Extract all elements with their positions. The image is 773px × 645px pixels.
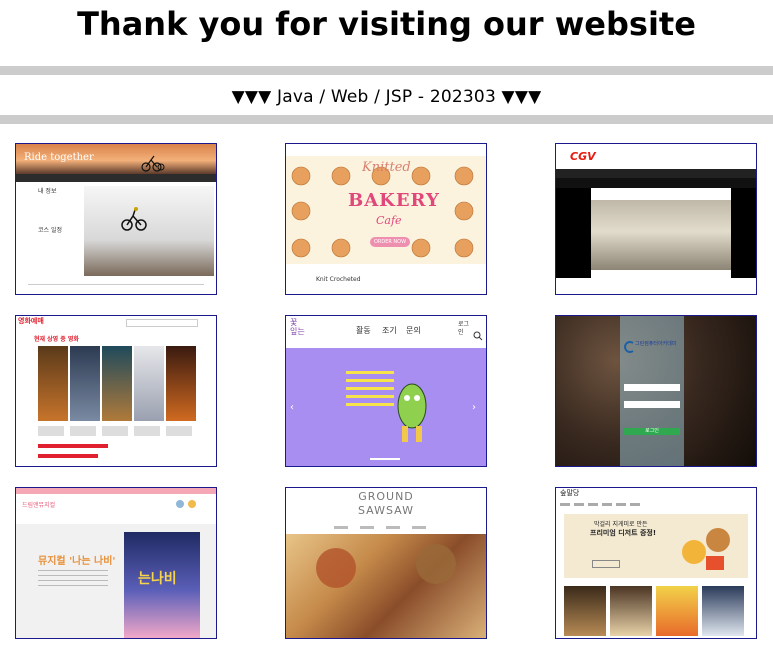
product-photo[interactable] (702, 586, 744, 636)
painting-figure (416, 544, 456, 584)
nav-item-inquiry[interactable]: 문의 (406, 325, 421, 336)
mountain-biker-icon (121, 206, 147, 236)
brand-script: Knitted (362, 160, 411, 175)
hero-photo (84, 186, 214, 276)
hero-text-block (346, 371, 394, 411)
promo-headline: 막걸리 지게미로 만든 (594, 521, 648, 528)
poster-title: 는나비 (138, 571, 177, 587)
character-illustration (394, 376, 430, 450)
cgv-logo: CGV (570, 150, 596, 163)
nav-bar[interactable] (334, 526, 438, 529)
brand-logo: 드림앤뮤지컬 (22, 502, 56, 509)
academy-name: 그린컴퓨터아카데미 (635, 341, 677, 347)
nav-bar (286, 144, 486, 156)
project-thumbnail-knitted-bakery[interactable]: Knitted BAKERY Cafe ORDER NOW Knit Croch… (285, 143, 487, 295)
product-photo[interactable] (610, 586, 652, 636)
dessert-illustration (678, 518, 738, 578)
notice-line (38, 454, 98, 458)
description-text (38, 570, 108, 590)
cart-icon[interactable] (188, 500, 196, 508)
project-thumbnail-sulmaldang[interactable]: 숲말당 막걸리 지게미로 만든 프리미엄 디저트 증정! (555, 487, 757, 639)
brand-logo: 숲말당 (560, 489, 580, 497)
project-thumbnail-ride-together[interactable]: Ride together 내 정보 코스 일정 (15, 143, 217, 295)
nav-item-morning[interactable]: 조기 (382, 325, 397, 336)
top-strip (16, 488, 216, 494)
divider (0, 66, 773, 75)
menu-item: 코스 일정 (38, 227, 62, 234)
carousel-indicator[interactable] (370, 458, 400, 460)
musical-headline: 뮤지컬 '나는 나비' (38, 556, 116, 567)
nav-bar (16, 174, 216, 182)
video-letterbox (731, 188, 756, 278)
promo-headline: 프리미엄 디저트 증정! (590, 529, 657, 537)
movie-poster[interactable] (38, 346, 68, 421)
login-button[interactable]: 로그인 (624, 428, 680, 435)
search-input[interactable] (126, 319, 198, 327)
login-link[interactable]: 로그 인 (458, 321, 469, 337)
brand-title: BAKERY (348, 190, 440, 211)
art-nouveau-painting (286, 534, 486, 638)
painting-figure (316, 548, 356, 588)
movie-poster[interactable] (134, 346, 164, 421)
product-photo[interactable] (656, 586, 698, 636)
project-thumbnail-movie-booking[interactable]: 영화예매 현재 상영 중 영화 (15, 315, 217, 467)
project-thumbnail-login[interactable]: 그린컴퓨터아카데미 로그인 (555, 315, 757, 467)
username-field[interactable] (624, 384, 680, 391)
project-thumbnail-musical[interactable]: 드림앤뮤지컬 뮤지컬 '나는 나비' 는나비 (15, 487, 217, 639)
brand-subtitle: SAWSAW (358, 504, 414, 517)
video-letterbox (556, 188, 591, 278)
section-title: 현재 상영 중 영화 (34, 336, 79, 343)
page-title: Thank you for visiting our website (77, 5, 696, 43)
nav-bar (556, 169, 756, 178)
notice-line (38, 444, 108, 448)
trailer-video[interactable] (591, 200, 731, 270)
menu-item: 내 정보 (38, 188, 57, 195)
footer-rule (28, 284, 204, 285)
sub-nav (556, 178, 756, 188)
brand-title: GROUND (358, 490, 414, 503)
nav-bar[interactable] (560, 503, 640, 506)
next-arrow-icon[interactable]: › (472, 402, 476, 413)
password-field[interactable] (624, 401, 680, 408)
search-icon[interactable] (473, 326, 483, 345)
prev-arrow-icon[interactable]: ‹ (290, 402, 294, 413)
project-thumbnail-purple-landing[interactable]: 꽃 잎는 활동 조기 문의 로그 인 ‹ › (285, 315, 487, 467)
academy-logo-icon (624, 338, 634, 357)
project-thumbnail-ground-sawsaw[interactable]: GROUND SAWSAW (285, 487, 487, 639)
promo-button[interactable] (592, 560, 620, 568)
order-button[interactable]: ORDER NOW (370, 237, 410, 247)
nav-item-activity[interactable]: 활동 (356, 325, 371, 336)
brand-logo: 영화예매 (18, 317, 44, 325)
product-caption: Knit Crocheted (316, 276, 361, 283)
footer (556, 278, 756, 294)
brand-logo: 꽃 잎는 (290, 318, 305, 336)
brand-logo: Ride together (24, 152, 94, 163)
divider (0, 115, 773, 124)
movie-poster[interactable] (70, 346, 100, 421)
movie-poster[interactable] (102, 346, 132, 421)
movie-poster[interactable] (166, 346, 196, 421)
brand-subtitle: Cafe (376, 214, 402, 227)
page-subtitle: ▼▼▼ Java / Web / JSP - 202303 ▼▼▼ (231, 87, 542, 107)
cyclist-silhouette-icon (141, 152, 169, 176)
project-thumbnail-cgv[interactable]: CGV (555, 143, 757, 295)
movie-info-row (38, 426, 196, 436)
product-photo[interactable] (564, 586, 606, 636)
user-icon[interactable] (176, 500, 184, 508)
